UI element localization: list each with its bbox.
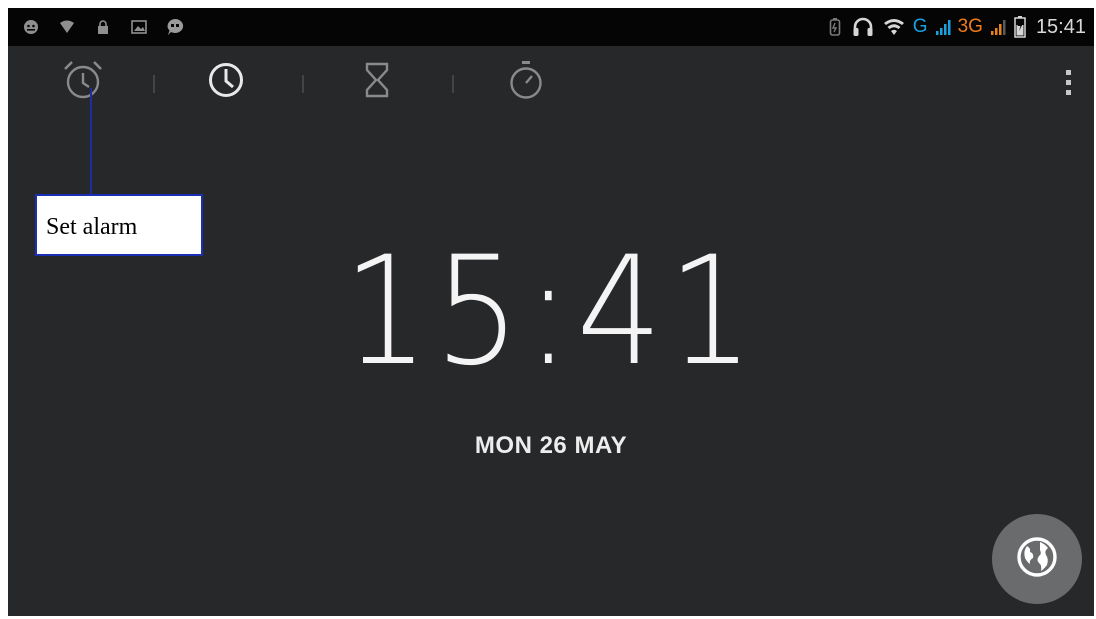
network-g-label: G: [912, 16, 928, 37]
signal-3g-icon: [990, 18, 1006, 36]
alarm-clock-icon: [61, 58, 105, 106]
tab-bar: [8, 46, 1094, 118]
status-bar-time: 15:41: [1035, 16, 1086, 38]
wifi-icon: [882, 15, 906, 39]
status-bar: G 3G 15:41: [8, 8, 1094, 46]
battery-saver-icon: [826, 18, 844, 36]
network-3g-label: 3G: [957, 16, 983, 37]
more-vert-icon[interactable]: [1056, 64, 1080, 100]
lock-icon: [94, 18, 112, 36]
headset-icon: [851, 15, 875, 39]
clock-app-screen: G 3G 15:41 15:41 MON 26 MAY Set alarm: [8, 8, 1094, 616]
image-icon: [130, 18, 148, 36]
tab-divider: [153, 75, 155, 93]
wifi-small-icon: [58, 18, 76, 36]
stopwatch-icon: [506, 59, 546, 105]
world-clock-button[interactable]: [992, 514, 1082, 604]
notification-icons: [22, 17, 184, 37]
clock-time: 15:41: [342, 225, 760, 399]
stopwatch-tab[interactable]: [498, 54, 554, 110]
clock-date: MON 26 MAY: [474, 432, 628, 459]
annotation-label: Set alarm: [35, 194, 203, 256]
chat-icon: [166, 18, 184, 36]
tab-divider: [452, 75, 454, 93]
system-status: G 3G 15:41: [826, 14, 1086, 40]
clock-tab[interactable]: [198, 54, 254, 110]
globe-icon: [1014, 534, 1060, 584]
battery-icon: [1013, 16, 1027, 38]
timer-tab[interactable]: [349, 54, 405, 110]
signal-g-icon: [935, 18, 951, 36]
android-debug-icon: [22, 18, 40, 36]
annotation-leader-line: [90, 88, 92, 194]
alarm-tab[interactable]: [55, 54, 111, 110]
clock-icon: [206, 60, 246, 104]
hourglass-icon: [359, 60, 395, 104]
tab-divider: [302, 75, 304, 93]
